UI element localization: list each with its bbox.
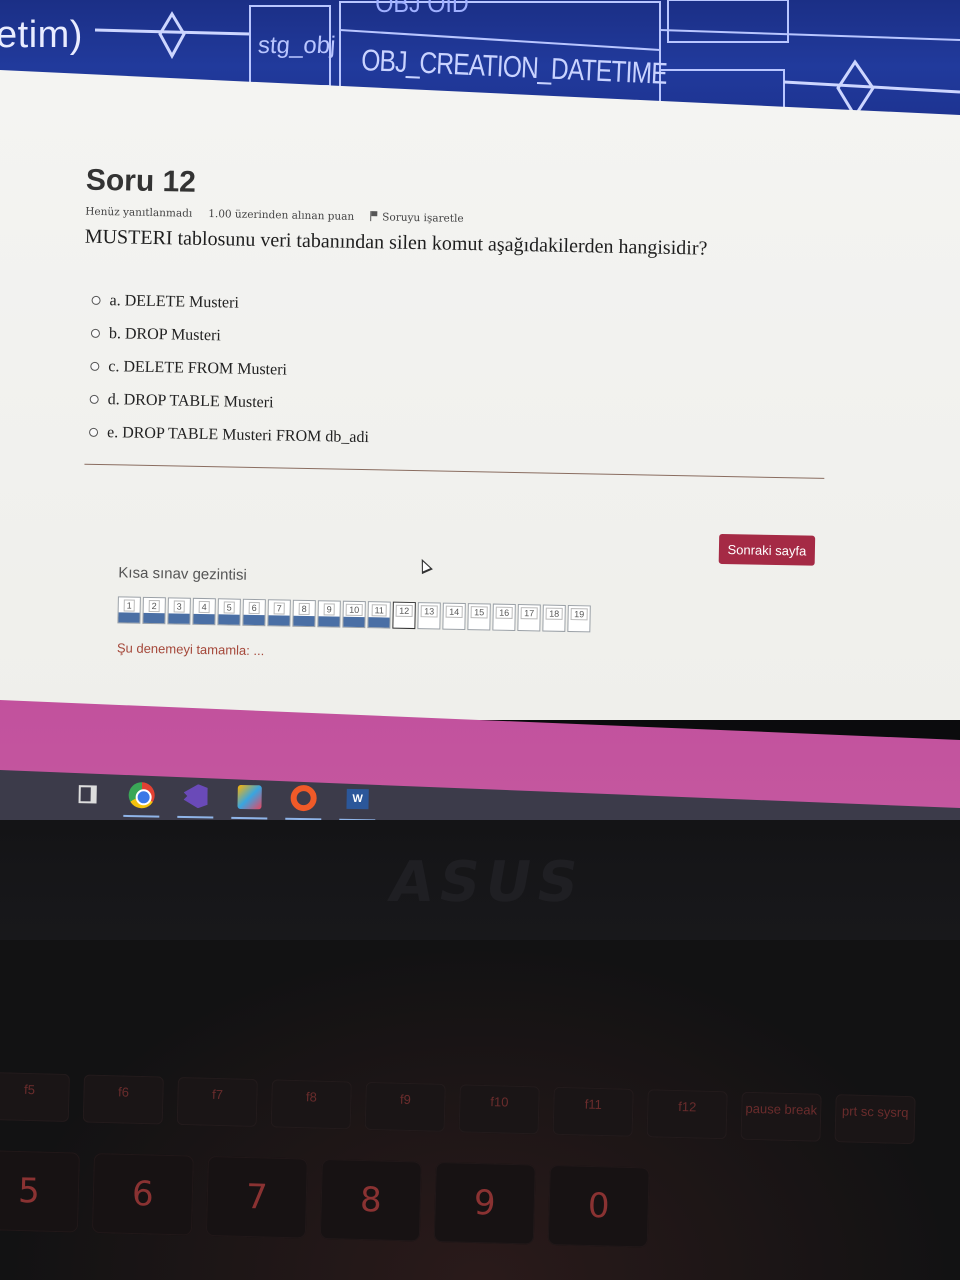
word-icon[interactable]: W — [339, 781, 376, 818]
brand-logo: ASUS — [384, 850, 590, 915]
task-view-icon[interactable] — [69, 776, 106, 813]
answer-list: a. DELETE Musteri b. DROP Musteri c. DEL… — [88, 284, 372, 454]
quiz-nav-cell-number: 19 — [571, 608, 588, 621]
question-title: Soru 12 — [85, 163, 197, 199]
number-key: 6 — [91, 1152, 194, 1236]
paint-icon[interactable] — [231, 779, 268, 816]
quiz-navigation-title: Kısa sınav gezintisi — [118, 564, 247, 584]
answer-option-a[interactable]: a. DELETE Musteri — [91, 284, 371, 322]
banner-label-top: OBJ OID — [375, 0, 469, 18]
visual-studio-icon[interactable] — [177, 778, 214, 815]
answer-option-d[interactable]: d. DROP TABLE Musteri — [89, 383, 369, 421]
banner-label-obj: stg_obj — [257, 32, 337, 59]
finish-attempt-link[interactable]: Şu denemeyi tamamla: ... — [117, 640, 265, 658]
quiz-nav-cell[interactable]: 2 — [142, 596, 166, 625]
answer-label: c. DELETE FROM Musteri — [108, 357, 288, 379]
number-key: 8 — [319, 1158, 422, 1242]
quiz-nav-cell-number: 9 — [323, 603, 335, 616]
quiz-nav-cell[interactable]: 5 — [217, 598, 241, 626]
function-key: f7 — [176, 1076, 258, 1127]
mouse-cursor-icon — [416, 556, 433, 575]
app-ring-icon[interactable] — [285, 780, 322, 817]
function-key: f6 — [82, 1074, 164, 1125]
answer-label: b. DROP Musteri — [108, 324, 221, 344]
question-status: Henüz yanıtlanmadı — [85, 205, 193, 220]
next-page-button[interactable]: Sonraki sayfa — [718, 533, 816, 566]
word-icon-label: W — [346, 788, 369, 810]
number-key: 5 — [0, 1150, 80, 1233]
answer-label: a. DELETE Musteri — [109, 291, 240, 312]
function-key: f9 — [364, 1081, 446, 1132]
quiz-nav-cell[interactable]: 17 — [517, 604, 541, 632]
quiz-nav-cell-number: 15 — [471, 606, 488, 619]
quiz-nav-cell-number: 5 — [223, 601, 235, 614]
radio-button[interactable] — [90, 328, 101, 338]
radio-button[interactable] — [91, 295, 101, 305]
radio-button[interactable] — [88, 427, 99, 437]
quiz-nav-cell-number: 11 — [371, 604, 387, 617]
answer-label: e. DROP TABLE Musteri FROM db_adi — [106, 423, 370, 446]
quiz-nav-cell[interactable]: 19 — [567, 604, 591, 633]
quiz-nav-cell[interactable]: 4 — [192, 597, 216, 626]
flag-question-label: Soruyu işaretle — [382, 211, 464, 225]
quiz-nav-cell[interactable]: 3 — [167, 597, 191, 625]
section-divider — [84, 463, 825, 479]
quiz-nav-cell[interactable]: 13 — [417, 602, 441, 630]
function-key: f12 — [646, 1089, 728, 1140]
taskbar-icons: W — [69, 776, 376, 817]
quiz-nav-cell-number: 7 — [273, 602, 285, 615]
quiz-nav-cell-number: 3 — [173, 600, 185, 613]
answer-option-b[interactable]: b. DROP Musteri — [90, 317, 371, 355]
quiz-nav-cell[interactable]: 12 — [392, 601, 416, 630]
function-key: f10 — [458, 1084, 540, 1135]
quiz-nav-cell[interactable]: 14 — [442, 602, 466, 631]
radio-button[interactable] — [90, 361, 100, 371]
quiz-nav-cell-number: 1 — [123, 599, 135, 612]
quiz-navigation-grid: 1 2 3 4 5 6 7 8 9 10 11 12 13 14 15 16 17 18 19 — [117, 596, 591, 633]
question-text: MUSTERI tablosunu veri tabanından silen … — [84, 225, 708, 260]
function-key: f11 — [552, 1086, 634, 1137]
quiz-nav-cell-number: 6 — [248, 601, 260, 615]
quiz-page: Soru 12 Henüz yanıtlanmadı 1.00 üzerinde… — [0, 70, 960, 720]
quiz-nav-cell[interactable]: 1 — [117, 596, 141, 624]
function-key: f5 — [0, 1072, 70, 1123]
question-points: 1.00 üzerinden alınan puan — [208, 208, 355, 223]
quiz-nav-cell-number: 2 — [148, 599, 160, 613]
question-meta: Henüz yanıtlanmadı 1.00 üzerinden alınan… — [85, 206, 464, 225]
number-key-row: 567890 — [0, 1150, 650, 1248]
quiz-nav-cell-number: 14 — [446, 605, 463, 618]
function-key: prt sc sysrq — [834, 1094, 916, 1145]
quiz-nav-cell-number: 16 — [496, 606, 513, 619]
flag-question-link[interactable]: Soruyu işaretle — [370, 211, 464, 225]
radio-button[interactable] — [89, 394, 99, 404]
quiz-nav-cell[interactable]: 18 — [542, 604, 566, 632]
quiz-nav-cell-number: 12 — [396, 604, 413, 618]
chrome-icon[interactable] — [123, 777, 160, 814]
quiz-nav-cell-number: 4 — [198, 600, 210, 614]
function-key: f8 — [270, 1079, 352, 1130]
quiz-nav-cell[interactable]: 7 — [267, 599, 291, 627]
function-key: pause break — [740, 1091, 822, 1142]
answer-label: d. DROP TABLE Musteri — [107, 390, 274, 411]
quiz-nav-cell[interactable]: 6 — [242, 598, 266, 627]
quiz-nav-cell[interactable]: 16 — [492, 603, 516, 631]
quiz-nav-cell-number: 17 — [521, 607, 538, 620]
answer-option-e[interactable]: e. DROP TABLE Musteri FROM db_adi — [88, 416, 370, 454]
quiz-nav-cell[interactable]: 11 — [367, 601, 391, 629]
quiz-nav-cell-number: 18 — [546, 607, 563, 620]
answer-option-c[interactable]: c. DELETE FROM Musteri — [90, 350, 370, 388]
banner-title-fragment: etim) — [0, 14, 83, 56]
number-key: 0 — [547, 1164, 650, 1248]
quiz-nav-cell-number: 10 — [346, 603, 363, 617]
quiz-nav-cell-number: 8 — [298, 602, 310, 616]
number-key: 9 — [433, 1161, 536, 1245]
number-key: 7 — [205, 1155, 308, 1239]
quiz-nav-cell[interactable]: 9 — [317, 600, 341, 628]
quiz-nav-cell-number: 13 — [421, 605, 438, 618]
quiz-nav-cell[interactable]: 15 — [467, 603, 491, 631]
flag-icon — [370, 211, 379, 222]
quiz-nav-cell[interactable]: 10 — [342, 600, 366, 629]
quiz-nav-cell[interactable]: 8 — [292, 599, 316, 628]
